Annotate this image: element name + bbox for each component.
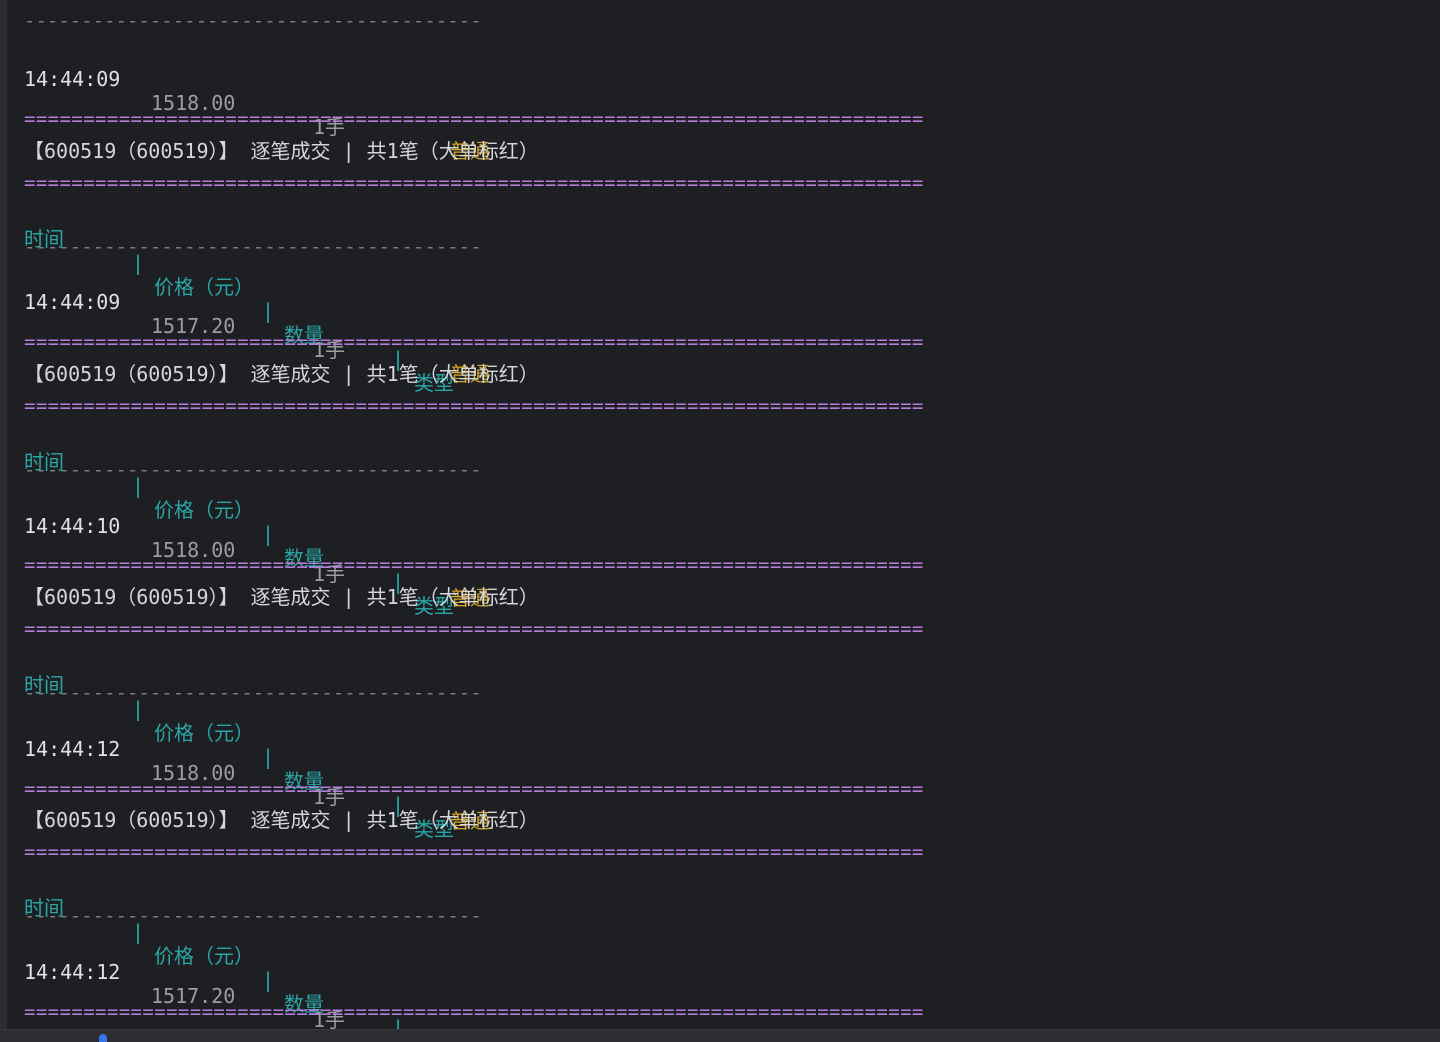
dash-rule: ----------------------------------------	[24, 905, 482, 927]
table-header: 时间 | 价格（元） | 数量 | 类型	[24, 649, 454, 841]
eq-rule: ========================================…	[24, 778, 924, 800]
eq-rule: ========================================…	[24, 172, 924, 194]
trade-row: 14:44:09 1518.00 1手 普通	[24, 43, 490, 163]
trade-time: 14:44:09	[24, 290, 121, 314]
block-title: 【600519（600519）】 逐笔成交 | 共1笔（大单标红）	[24, 139, 539, 163]
eq-rule: ========================================…	[24, 618, 924, 640]
block-title: 【600519（600519）】 逐笔成交 | 共1笔（大单标红）	[24, 585, 539, 609]
status-bar	[0, 1029, 1440, 1042]
dash-rule: ----------------------------------------	[24, 682, 482, 704]
table-header: 时间 | 价格（元） | 数量 | 类型	[24, 426, 454, 618]
header-price: 价格（元）	[154, 944, 254, 968]
block-title: 【600519（600519）】 逐笔成交 | 共1笔（大单标红）	[24, 362, 539, 386]
trade-time: 14:44:12	[24, 960, 121, 984]
trade-time: 14:44:12	[24, 737, 121, 761]
trade-row: 14:44:12 1517.20 1手 普通	[24, 936, 345, 1029]
eq-rule: ========================================…	[24, 554, 924, 576]
trade-row: 14:44:12 1518.00 1手 普通	[24, 713, 490, 833]
table-header: 时间 | 价格（元） | 数量 | 类型	[24, 872, 404, 1029]
table-header: 时间 | 价格（元） | 数量 | 类型	[24, 203, 454, 395]
trade-row: 14:44:09 1517.20 1手 普通	[24, 266, 490, 386]
eq-rule: ========================================…	[24, 108, 924, 130]
header-price: 价格（元）	[154, 498, 254, 522]
eq-rule: ========================================…	[24, 331, 924, 353]
trade-time: 14:44:10	[24, 514, 121, 538]
header-price: 价格（元）	[154, 275, 254, 299]
header-sep: |	[262, 299, 275, 323]
dash-rule: ----------------------------------------	[24, 459, 482, 481]
eq-rule: ========================================…	[24, 395, 924, 417]
dash-rule: ----------------------------------------	[24, 236, 482, 258]
block-title: 【600519（600519）】 逐笔成交 | 共1笔（大单标红）	[24, 808, 539, 832]
eq-rule: ========================================…	[24, 1001, 924, 1023]
trade-time: 14:44:09	[24, 67, 121, 91]
header-sep: |	[262, 745, 275, 769]
header-price: 价格（元）	[154, 721, 254, 745]
dash-rule: ----------------------------------------	[24, 10, 482, 32]
eq-rule: ========================================…	[24, 841, 924, 863]
header-sep: |	[262, 968, 275, 992]
header-sep: |	[262, 522, 275, 546]
terminal-output[interactable]: ----------------------------------------…	[7, 0, 1440, 1029]
trade-row: 14:44:10 1518.00 1手 普通	[24, 490, 490, 610]
